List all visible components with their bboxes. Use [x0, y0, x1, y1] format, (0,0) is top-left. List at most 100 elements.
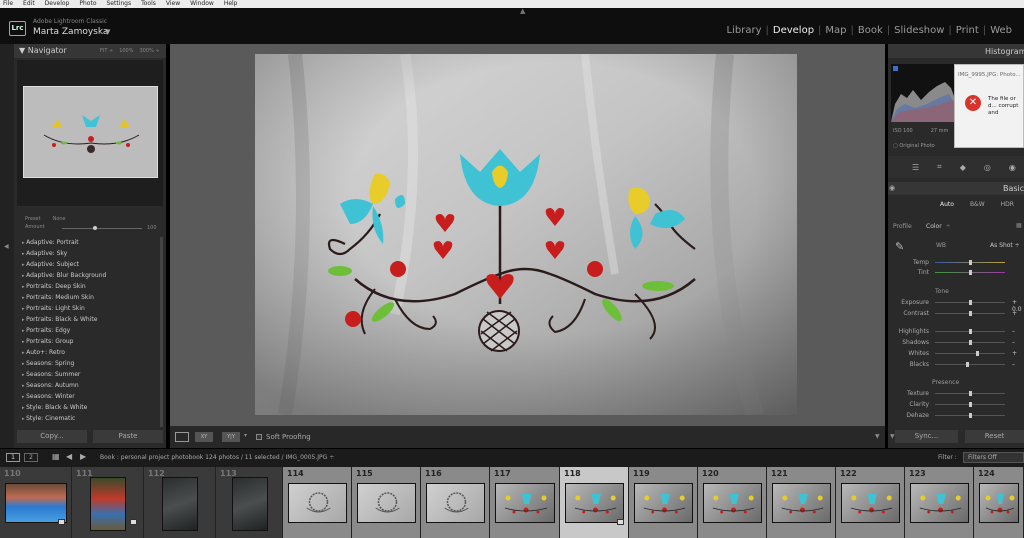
filmstrip-thumbnail[interactable] — [565, 483, 624, 523]
view-caret-icon[interactable]: ▾ — [244, 432, 247, 439]
filmstrip-cell[interactable]: 111 — [72, 467, 144, 538]
visibility-eye-icon[interactable]: ◉ — [889, 184, 895, 192]
menu-item-window[interactable]: Window — [190, 0, 214, 8]
module-map[interactable]: Map — [821, 25, 850, 36]
filmstrip-cell[interactable]: 123 — [905, 467, 974, 538]
slider-knob-blacks[interactable] — [965, 362, 969, 367]
slider-knob-texture[interactable] — [969, 391, 972, 396]
treatment-auto[interactable]: Auto — [940, 201, 954, 208]
filmstrip-thumbnail[interactable] — [910, 483, 969, 523]
menu-item-help[interactable]: Help — [224, 0, 238, 8]
zoom-300[interactable]: 300% ÷ — [139, 48, 159, 54]
preset-group-item[interactable]: Adaptive: Subject — [22, 259, 162, 270]
filmstrip-thumbnail[interactable] — [495, 483, 555, 523]
treatment-hdr[interactable]: HDR — [1001, 201, 1014, 208]
zoom-100[interactable]: 100% — [119, 48, 133, 54]
filmstrip-thumbnail[interactable] — [90, 477, 126, 531]
slider-knob-tint[interactable] — [969, 270, 972, 275]
filmstrip-cell[interactable]: 122 — [836, 467, 905, 538]
sync-button[interactable]: Sync... — [895, 430, 958, 443]
slider-knob-shadows[interactable] — [969, 340, 972, 345]
main-photo[interactable] — [255, 54, 797, 415]
profile-select[interactable]: Color — [926, 223, 942, 230]
filmstrip-cell[interactable]: 116 — [421, 467, 490, 538]
edit-sliders-icon[interactable]: ☰ — [912, 163, 919, 172]
slider-knob-contrast[interactable] — [969, 311, 972, 316]
healing-icon[interactable]: ◆ — [960, 163, 966, 172]
slider-knob-whites[interactable] — [976, 351, 979, 356]
menu-item-view[interactable]: View — [166, 0, 180, 8]
navigator-thumbnail[interactable] — [23, 86, 158, 178]
filmstrip-source[interactable]: Book : personal project photobook 124 ph… — [100, 454, 334, 461]
preset-group-item[interactable]: Portraits: Medium Skin — [22, 292, 162, 303]
filmstrip-cell[interactable]: 124 — [974, 467, 1024, 538]
preset-scrollbar[interactable] — [160, 237, 163, 427]
masking-icon[interactable]: ◉ — [1009, 163, 1016, 172]
preset-group-item[interactable]: Style: Cinematic — [22, 413, 162, 424]
preset-group-item[interactable]: Adaptive: Sky — [22, 248, 162, 259]
filmstrip-cell[interactable]: 112 — [144, 467, 216, 538]
menu-item-tools[interactable]: Tools — [141, 0, 156, 8]
user-name[interactable]: Marta Zamoyska — [33, 27, 108, 37]
preset-group-item[interactable]: Portraits: Deep Skin — [22, 281, 162, 292]
profile-caret-icon[interactable]: ÷ — [946, 223, 950, 229]
wb-eyedropper-icon[interactable]: ✎ — [895, 240, 904, 253]
filmstrip-thumbnail[interactable] — [232, 477, 268, 531]
preset-group-item[interactable]: Portraits: Light Skin — [22, 303, 162, 314]
preset-group-item[interactable]: Auto+: Retro — [22, 347, 162, 358]
profile-browser-icon[interactable]: ▦ — [1016, 222, 1022, 229]
soft-proofing-checkbox[interactable] — [256, 434, 262, 440]
preset-group-item[interactable]: Seasons: Autumn — [22, 380, 162, 391]
filmstrip-cell[interactable]: 115 — [352, 467, 421, 538]
preset-group-item[interactable]: Portraits: Edgy — [22, 325, 162, 336]
preset-group-item[interactable]: Seasons: Winter — [22, 391, 162, 402]
preset-group-item[interactable]: Style: Black & White — [22, 402, 162, 413]
filmstrip-cell[interactable]: 118 — [560, 467, 629, 538]
preset-row[interactable]: Preset None — [25, 216, 66, 222]
module-print[interactable]: Print — [952, 25, 983, 36]
preset-group-item[interactable]: Adaptive: Portrait — [22, 237, 162, 248]
soft-proofing-label[interactable]: Soft Proofing — [266, 433, 311, 441]
slider-knob-clarity[interactable] — [969, 402, 972, 407]
filmstrip-thumbnail[interactable] — [979, 483, 1019, 523]
treatment-bw[interactable]: B&W — [970, 201, 985, 208]
slider-track-whites[interactable] — [935, 353, 1005, 354]
forward-arrow-icon[interactable]: ▶ — [80, 452, 86, 461]
filmstrip-cell[interactable]: 119 — [629, 467, 698, 538]
slider-knob-exposure[interactable] — [969, 300, 972, 305]
crop-icon[interactable]: ⌗ — [937, 162, 942, 172]
slider-value-contrast[interactable]: + — [1012, 310, 1017, 317]
menu-item-photo[interactable]: Photo — [79, 0, 96, 8]
filmstrip-thumbnail[interactable] — [288, 483, 347, 523]
zoom-fit[interactable]: FIT ÷ — [100, 48, 113, 54]
wb-select[interactable]: As Shot ÷ — [990, 242, 1020, 249]
user-caret-icon[interactable]: ▼ — [105, 28, 110, 36]
preset-group-item[interactable]: Portraits: Black & White — [22, 314, 162, 325]
compare-view-button[interactable]: XY — [195, 432, 213, 442]
menu-item-edit[interactable]: Edit — [23, 0, 35, 8]
slider-value-blacks[interactable]: – — [1012, 361, 1015, 368]
preset-group-item[interactable]: Seasons: Summer — [22, 369, 162, 380]
slider-track-blacks[interactable] — [935, 364, 1005, 365]
filmstrip-thumbnail[interactable] — [841, 483, 900, 523]
amount-slider-knob[interactable] — [93, 226, 97, 230]
filmstrip-thumbnail[interactable] — [5, 483, 67, 523]
slider-value-highlights[interactable]: – — [1012, 328, 1015, 335]
histogram-graph[interactable] — [891, 64, 961, 122]
filmstrip-cell[interactable]: 110 — [0, 467, 72, 538]
preset-group-item[interactable]: Seasons: Spring — [22, 358, 162, 369]
slider-knob-temp[interactable] — [969, 260, 972, 265]
menu-item-develop[interactable]: Develop — [45, 0, 70, 8]
amount-slider-track[interactable] — [62, 228, 142, 229]
filmstrip-thumbnail[interactable] — [426, 483, 485, 523]
filmstrip-cell[interactable]: 113 — [216, 467, 283, 538]
menu-item-settings[interactable]: Settings — [107, 0, 132, 8]
grid-view-icon[interactable]: ▦ — [52, 452, 60, 461]
module-book[interactable]: Book — [854, 25, 887, 36]
filmstrip-cell[interactable]: 120 — [698, 467, 767, 538]
preset-value[interactable]: None — [53, 216, 66, 222]
filmstrip-thumbnail[interactable] — [162, 477, 198, 531]
filmstrip-thumbnail[interactable] — [703, 483, 762, 523]
filmstrip-cell[interactable]: 121 — [767, 467, 836, 538]
red-eye-icon[interactable]: ◎ — [984, 163, 991, 172]
